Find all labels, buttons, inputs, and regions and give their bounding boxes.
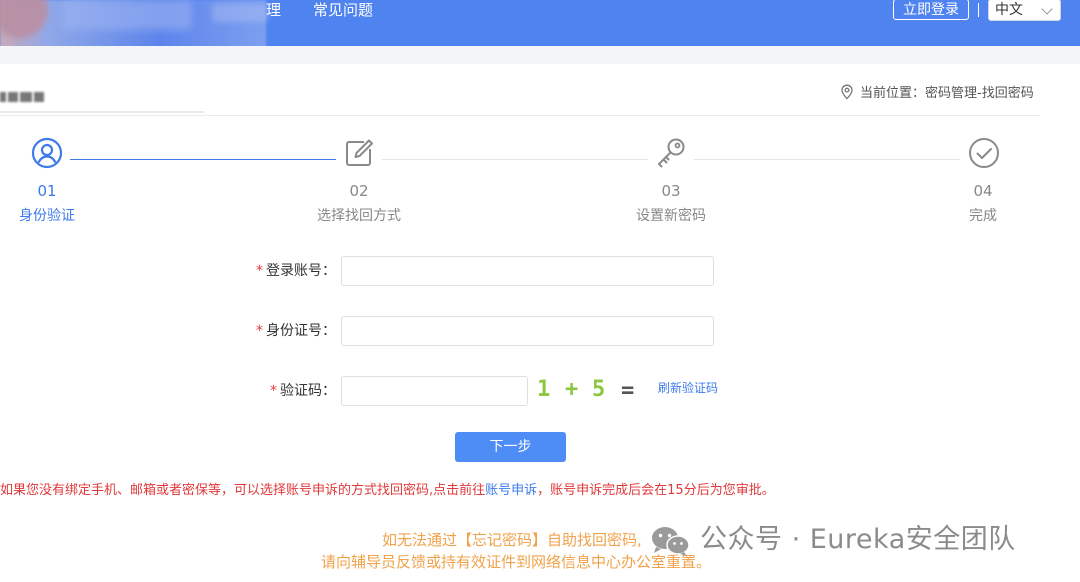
step-number-4: 04: [973, 182, 993, 200]
login-button[interactable]: 立即登录: [893, 0, 969, 20]
step-label-3: 设置新密码: [636, 208, 706, 224]
nav-item-faq[interactable]: 常见问题: [313, 0, 373, 20]
step-label-4: 完成: [969, 208, 997, 224]
captcha-label-text: 验证码：: [280, 383, 336, 399]
edit-icon: [343, 137, 375, 169]
refresh-captcha-link[interactable]: 刷新验证码: [658, 380, 718, 396]
account-label-text: 登录账号：: [266, 263, 336, 279]
header-separator: [978, 3, 979, 17]
check-circle-icon: [968, 137, 1000, 169]
nav-item-password-management[interactable]: 理: [266, 0, 281, 20]
account-label: * 登录账号：: [216, 261, 336, 281]
appeal-notice: 如果您没有绑定手机、邮箱或者密保等，可以选择账号申诉的方式找回密码,点击前往账号…: [0, 482, 775, 500]
step-number-2: 02: [349, 182, 369, 200]
captcha-digit-a: 1: [537, 377, 551, 402]
watermark-text: 公众号 · Eureka安全团队: [700, 524, 1016, 555]
page-title-blurred: [0, 87, 54, 102]
account-input[interactable]: [341, 256, 714, 286]
language-value: 中文: [995, 2, 1023, 18]
id-number-input[interactable]: [341, 316, 714, 346]
notice-text-after: ，账号申诉完成后会在15分后为您审批。: [537, 483, 775, 498]
key-icon: [655, 137, 687, 169]
step-number-1: 01: [37, 182, 57, 200]
step-connector-2: [382, 159, 648, 160]
logo-subtitle-blurred: [212, 4, 268, 22]
wechat-icon: [650, 525, 692, 557]
captcha-equals: =: [621, 378, 635, 403]
step-connector-3: [694, 159, 960, 160]
breadcrumb: 当前位置：密码管理-找回密码: [840, 84, 1034, 104]
location-pin-icon: [841, 84, 853, 100]
logo-title-blurred: [62, 0, 192, 30]
step-label-1: 身份验证: [19, 208, 75, 224]
captcha-digit-b: 5: [592, 377, 606, 402]
language-select[interactable]: 中文: [988, 0, 1061, 21]
step-label-2: 选择找回方式: [317, 208, 401, 224]
required-mark: *: [256, 263, 263, 279]
chevron-down-icon: [1041, 3, 1053, 15]
captcha-input[interactable]: [341, 376, 528, 406]
captcha-operator: +: [565, 377, 579, 402]
required-mark: *: [256, 323, 263, 339]
captcha-label: * 验证码：: [216, 381, 336, 401]
subheader-bar: [0, 46, 1080, 64]
account-appeal-link[interactable]: 账号申诉: [485, 483, 537, 498]
required-mark: *: [270, 383, 277, 399]
footer-note-line1: 如无法通过【忘记密码】自助找回密码,: [382, 531, 642, 549]
notice-text-before: 如果您没有绑定手机、邮箱或者密保等，可以选择账号申诉的方式找回密码,点击前往: [0, 483, 486, 498]
id-number-label-text: 身份证号：: [266, 323, 336, 339]
section-divider: [0, 115, 1040, 116]
title-underline: [0, 111, 204, 113]
next-step-button[interactable]: 下一步: [455, 432, 566, 462]
user-circle-icon: [31, 137, 63, 169]
step-connector-1: [70, 159, 336, 160]
step-number-3: 03: [661, 182, 681, 200]
id-number-label: * 身份证号：: [216, 321, 336, 341]
breadcrumb-text: 当前位置：密码管理-找回密码: [860, 86, 1034, 101]
